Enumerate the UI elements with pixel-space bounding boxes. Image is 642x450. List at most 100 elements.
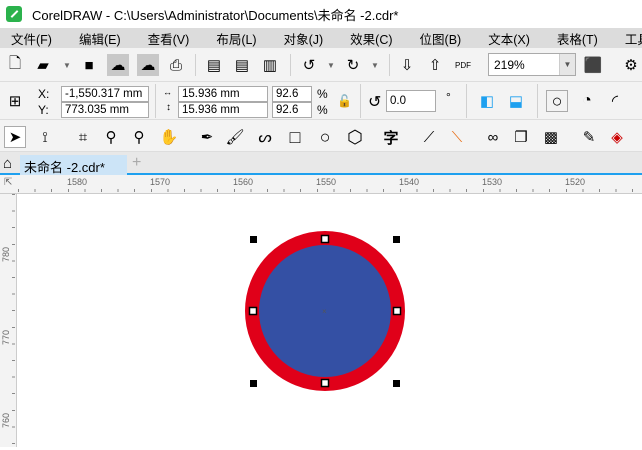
x-position-input[interactable]: -1,550.317 mm [61,86,149,102]
ruler-label: 1540 [399,177,420,187]
menu-layout[interactable]: 布局(L) [216,29,256,48]
width-icon: ↔ [163,87,172,97]
cut-icon[interactable]: ▤ [203,54,225,76]
zoom-out-icon[interactable]: ⚲ [128,126,150,148]
mirror-vertical-icon[interactable]: ⬓ [505,90,527,112]
pan-tool-icon[interactable]: ✋ [158,126,180,148]
fill-tool-icon[interactable]: ◈ [606,126,628,148]
menu-bitmaps[interactable]: 位图(B) [420,29,462,48]
pie-icon[interactable]: ◔ [576,90,598,112]
x-label: X: [38,87,50,101]
percent-label: % [317,87,328,101]
menu-edit[interactable]: 编辑(E) [79,29,121,48]
add-tab-button[interactable]: + [132,154,141,172]
drawing-canvas[interactable]: × [18,195,642,447]
pick-tool-icon[interactable]: ➤ [4,126,26,148]
polygon-tool-icon[interactable]: ⬡ [344,126,366,148]
ruler-label: 770 [1,329,11,345]
document-tab[interactable]: 未命名 -2.cdr* [20,155,127,175]
pdf-label: PDF [455,60,471,70]
lock-ratio-icon[interactable]: 🔓 [337,94,352,108]
import-icon[interactable]: ⇩ [396,54,418,76]
ruler-label: 1570 [150,177,171,187]
ruler-label: 1530 [482,177,503,187]
ruler-label: 1520 [565,177,586,187]
shape-tool-icon[interactable]: ⟟ [34,126,56,148]
pen-tool-icon[interactable]: ✒ [196,126,218,148]
mirror-horizontal-icon[interactable]: ◧ [476,90,498,112]
menu-file[interactable]: 文件(F) [11,29,52,48]
cloud-download-icon[interactable]: ☁ [107,54,129,76]
menu-table[interactable]: 表格(T) [557,29,598,48]
degree-label: ° [446,90,451,104]
blend-tool-icon[interactable]: ∞ [482,126,504,148]
cloud-upload-icon[interactable]: ☁ [137,54,159,76]
ruler-label: 1550 [316,177,337,187]
arc-icon[interactable]: ◜ [604,90,626,112]
property-bar: ⊞ X: Y: -1,550.317 mm 773.035 mm ↔ ↕ 15.… [0,82,642,120]
window-title: CorelDRAW - C:\Users\Administrator\Docum… [32,7,399,23]
menu-view[interactable]: 查看(V) [148,29,190,48]
y-label: Y: [38,103,49,117]
ruler-label: 1580 [67,177,88,187]
copy-icon[interactable]: ▤ [231,54,253,76]
home-icon[interactable]: ⌂ [3,155,12,172]
width-input[interactable]: 15.936 mm [178,86,268,102]
open-icon[interactable]: ▰ [32,54,54,76]
scale-y-input[interactable]: 92.6 [272,102,312,118]
rotation-angle-input[interactable]: 0.0 [386,90,436,112]
canvas-svg: × [245,231,405,391]
undo-icon[interactable]: ↺ [298,54,320,76]
transparency-tool-icon[interactable]: ▩ [540,126,562,148]
print-icon[interactable]: ⎙ [165,54,187,76]
vertical-ruler[interactable]: 780 770 760 [0,194,17,447]
brush-tool-icon[interactable]: 🖌 [224,126,246,148]
open-dropdown-icon[interactable]: ▼ [56,54,78,76]
zoom-tool-icon[interactable]: ⚲ [100,126,122,148]
rotate-icon: ↺ [368,94,382,111]
center-marker-icon: × [322,307,327,316]
text-tool-icon[interactable]: 字 [380,126,402,148]
ellipse-icon[interactable]: ○ [546,90,568,112]
dimension-tool-icon[interactable]: ⟋ [418,126,440,148]
eyedropper-tool-icon[interactable]: ✎ [578,126,600,148]
percent-label: % [317,103,328,117]
zoom-value: 219% [494,58,525,72]
height-input[interactable]: 15.936 mm [178,102,268,118]
reference-point-icon[interactable]: ⊞ [4,90,26,112]
save-icon[interactable]: ■ [78,54,100,76]
publish-pdf-icon[interactable]: PDF [452,54,474,76]
menu-text[interactable]: 文本(X) [488,29,530,48]
rectangle-tool-icon[interactable]: □ [284,126,306,148]
height-icon: ↕ [166,102,171,113]
scale-x-input[interactable]: 92.6 [272,86,312,102]
ruler-origin-icon[interactable]: ⇱ [4,177,12,188]
menu-bar: 文件(F) 编辑(E) 查看(V) 布局(L) 对象(J) 效果(C) 位图(B… [0,28,642,48]
document-tab-bar: ⌂ 未命名 -2.cdr* + [0,152,642,175]
connector-tool-icon[interactable]: ⟍ [446,126,468,148]
options-icon[interactable]: ⚙ [620,54,642,76]
menu-tools[interactable]: 工具(O) [625,29,642,48]
horizontal-ruler[interactable]: ⇱ 1580 1570 1560 1550 1540 1530 1520 [0,175,642,194]
redo-dropdown-icon[interactable]: ▼ [364,54,386,76]
menu-effects[interactable]: 效果(C) [350,29,392,48]
ruler-label: 760 [1,412,11,428]
full-screen-preview-icon[interactable]: ⬛ [582,54,604,76]
paste-icon[interactable]: ▥ [259,54,281,76]
toolbox: ➤ ⟟ ⌗ ⚲ ⚲ ✋ ✒ 🖌 ᔕ □ ○ ⬡ 字 ⟋ ⟍ ∞ ❐ ▩ ✎ ◈ [0,120,642,152]
export-icon[interactable]: ⇧ [424,54,446,76]
y-position-input[interactable]: 773.035 mm [61,102,149,118]
chevron-down-icon[interactable]: ▼ [559,54,575,75]
coreldraw-logo-icon [6,6,22,22]
ruler-label: 1560 [233,177,254,187]
document-tab-label: 未命名 -2.cdr* [24,160,105,175]
redo-icon[interactable]: ↻ [342,54,364,76]
zoom-level-select[interactable]: 219% ▼ [488,53,576,76]
crop-tool-icon[interactable]: ⌗ [72,126,94,148]
undo-dropdown-icon[interactable]: ▼ [320,54,342,76]
menu-object[interactable]: 对象(J) [284,29,324,48]
drop-shadow-tool-icon[interactable]: ❐ [510,126,532,148]
ellipse-tool-icon[interactable]: ○ [314,126,336,148]
freehand-tool-icon[interactable]: ᔕ [254,126,276,148]
new-document-icon[interactable]: 🗋 [4,54,26,76]
